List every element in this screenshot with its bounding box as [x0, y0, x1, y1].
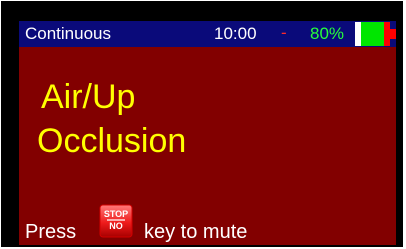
infusion-mode-label: Continuous [25, 24, 112, 43]
battery-percent: 80% [310, 24, 345, 43]
alarm-panel: Continuous 10:00 - 80% Air/Up Occlusion … [19, 21, 396, 245]
battery-left-cap [355, 22, 361, 46]
battery-empty [384, 22, 390, 46]
stop-no-key-icon: STOP NO [99, 204, 133, 238]
mute-instruction: Press STOP NO key to mute [25, 204, 390, 244]
battery-tip [390, 29, 396, 39]
time-remaining: 10:00 [214, 24, 257, 43]
alarm-title-line-2: Occlusion [37, 122, 187, 160]
device-screen: Continuous 10:00 - 80% Air/Up Occlusion … [1, 1, 403, 247]
status-bar: Continuous 10:00 - 80% [19, 21, 396, 47]
battery-icon [355, 22, 396, 46]
mute-instruction-prefix: Press [25, 221, 77, 243]
status-separator: - [281, 23, 287, 42]
alarm-title-line-1: Air/Up [41, 78, 136, 116]
stop-key-bottom-label: NO [109, 221, 123, 231]
battery-fill [361, 22, 384, 46]
mute-instruction-suffix: key to mute [144, 221, 248, 243]
stop-key-top-label: STOP [104, 209, 128, 219]
